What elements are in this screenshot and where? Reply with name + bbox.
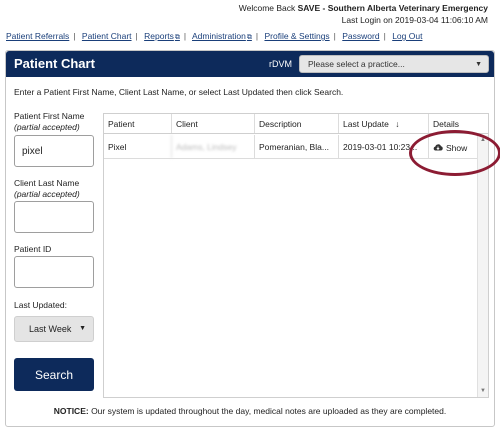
last-updated-value: Last Week <box>29 324 72 334</box>
external-link-icon: ⧉ <box>174 34 180 41</box>
column-header-last-update[interactable]: Last Update ↓ <box>338 114 428 133</box>
first-name-hint: (partial accepted) <box>14 122 80 132</box>
nav-patient-referrals[interactable]: Patient Referrals <box>6 31 69 41</box>
search-button[interactable]: Search <box>14 358 94 391</box>
page-title: Patient Chart <box>14 56 95 71</box>
last-name-input[interactable] <box>14 201 94 233</box>
grid-scrollbar[interactable]: ▲ ▼ <box>477 135 488 397</box>
first-name-input[interactable]: pixel <box>14 135 94 167</box>
patient-id-input[interactable] <box>14 256 94 288</box>
patient-id-label: Patient ID <box>14 244 52 254</box>
column-header-description[interactable]: Description <box>254 114 338 133</box>
grid-header: Patient Client Description Last Update ↓… <box>104 114 488 134</box>
top-nav: Patient Referrals | Patient Chart | Report… <box>6 31 423 41</box>
scroll-down-icon[interactable]: ▼ <box>478 387 488 396</box>
last-updated-select[interactable]: Last Week ▼ <box>14 316 94 342</box>
nav-patient-chart[interactable]: Patient Chart <box>82 31 132 41</box>
last-name-label: Client Last Name (partial accepted) <box>14 178 80 199</box>
notice-label: NOTICE: <box>53 406 89 416</box>
nav-password[interactable]: Password <box>342 31 379 41</box>
nav-log-out[interactable]: Log Out <box>392 31 422 41</box>
external-link-icon: ⧉ <box>246 34 252 41</box>
nav-profile-settings[interactable]: Profile & Settings <box>264 31 329 41</box>
cell-description: Pomeranian, Bla... <box>254 135 338 158</box>
first-name-label: Patient First Name (partial accepted) <box>14 111 85 132</box>
panel-header: Patient Chart rDVM Please select a pract… <box>6 51 494 77</box>
highlight-annotation <box>409 130 500 176</box>
practice-select-placeholder: Please select a practice... <box>308 59 405 69</box>
cell-patient: Pixel <box>108 142 127 152</box>
chevron-down-icon: ▼ <box>475 61 482 68</box>
column-header-patient[interactable]: Patient <box>104 114 171 133</box>
chevron-down-icon: ▼ <box>79 325 86 332</box>
column-header-client[interactable]: Client <box>171 114 254 133</box>
instructions: Enter a Patient First Name, Client Last … <box>14 87 344 97</box>
user-name: SAVE - Southern Alberta Veterinary Emerg… <box>297 3 488 13</box>
cell-client: Adams, Lindsey <box>171 135 254 158</box>
last-updated-label: Last Updated: <box>14 300 67 310</box>
patient-chart-panel: Patient Chart rDVM Please select a pract… <box>5 50 495 427</box>
welcome-banner: Welcome Back SAVE - Southern Alberta Vet… <box>239 2 488 26</box>
welcome-prefix: Welcome Back <box>238 3 298 13</box>
notice-text: NOTICE: Our system is updated throughout… <box>53 406 447 416</box>
practice-select[interactable]: Please select a practice... ▼ <box>299 55 489 73</box>
last-name-hint: (partial accepted) <box>14 189 80 199</box>
nav-reports[interactable]: Reports⧉ <box>144 31 180 41</box>
last-login: Last Login on 2019-03-04 11:06:10 AM <box>341 15 488 25</box>
sort-down-icon: ↓ <box>395 119 400 129</box>
rdvm-label: rDVM <box>269 59 292 69</box>
nav-administration[interactable]: Administration⧉ <box>192 31 252 41</box>
